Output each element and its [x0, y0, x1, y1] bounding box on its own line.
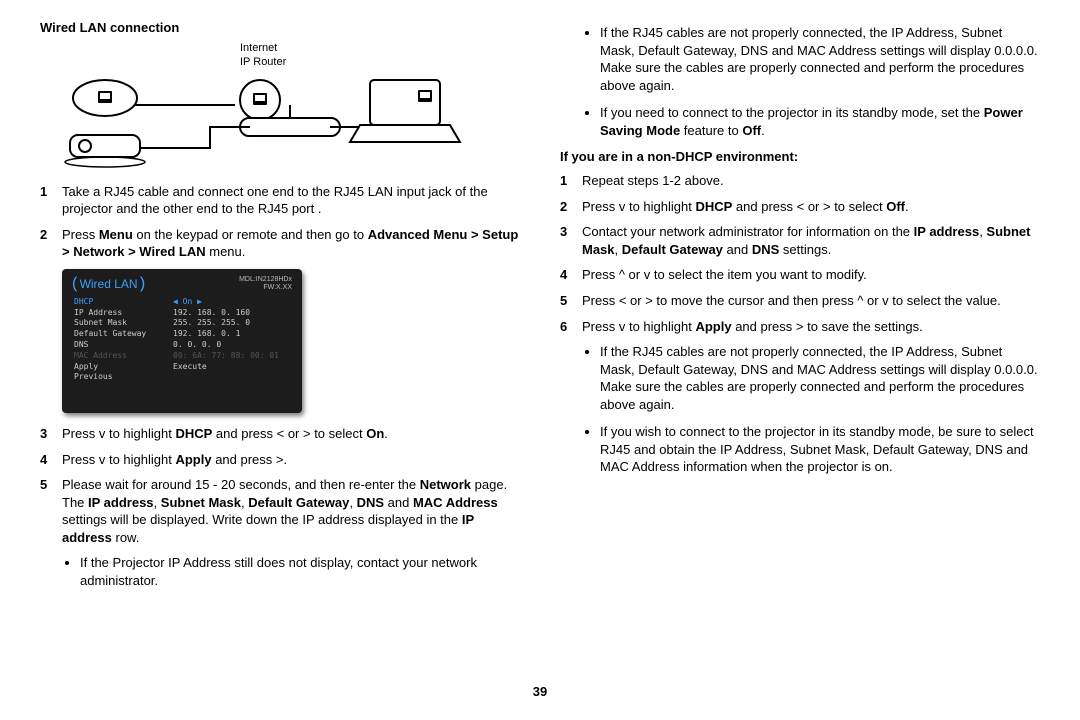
steps-list-b: Press v to highlight DHCP and press < or… — [40, 425, 520, 546]
connection-diagram: Internet IP Router — [40, 41, 520, 173]
step-item: Press v to highlight Apply and press >. — [40, 451, 520, 469]
step-item: Please wait for around 15 - 20 seconds, … — [40, 476, 520, 546]
left-column: Wired LAN connection Internet IP Router — [40, 20, 520, 670]
page-content: Wired LAN connection Internet IP Router — [0, 0, 1080, 680]
menu-row: Previous — [72, 372, 292, 383]
paren-open-icon: ( — [72, 275, 77, 292]
diagram-svg — [40, 70, 470, 170]
menu-row: DHCP◀ On ▶ — [72, 297, 292, 308]
menu-row: DNS0. 0. 0. 0 — [72, 340, 292, 351]
right-top-bullets: If the RJ45 cables are not properly conn… — [560, 24, 1040, 139]
right-column: If the RJ45 cables are not properly conn… — [560, 20, 1040, 670]
section-heading: Wired LAN connection — [40, 20, 520, 35]
menu-fw: FW:X.XX — [239, 284, 292, 292]
step-item: Press ^ or v to select the item you want… — [560, 266, 1040, 284]
non-dhcp-heading: If you are in a non-DHCP environment: — [560, 149, 1040, 164]
bullet-item: If you wish to connect to the projector … — [600, 423, 1040, 476]
bullet-item: If the RJ45 cables are not properly conn… — [600, 343, 1040, 413]
wired-lan-menu-screenshot: ( Wired LAN ) MDL:IN2128HDx FW:X.XX DHCP… — [62, 269, 302, 413]
steps-list-a: Take a RJ45 cable and connect one end to… — [40, 183, 520, 261]
step-item: Press v to highlight DHCP and press < or… — [40, 425, 520, 443]
step-item: Press Menu on the keypad or remote and t… — [40, 226, 520, 261]
page-number: 39 — [0, 684, 1080, 699]
step-item: Contact your network administrator for i… — [560, 223, 1040, 258]
menu-row: Subnet Mask255. 255. 255. 0 — [72, 318, 292, 329]
step-item: Take a RJ45 cable and connect one end to… — [40, 183, 520, 218]
right-steps: Repeat steps 1-2 above. Press v to highli… — [560, 172, 1040, 335]
step-item: Press < or > to move the cursor and then… — [560, 292, 1040, 310]
step-item: Repeat steps 1-2 above. — [560, 172, 1040, 190]
right-bottom-bullets: If the RJ45 cables are not properly conn… — [560, 343, 1040, 476]
left-bullet-list: If the Projector IP Address still does n… — [40, 554, 520, 589]
step-item: Press v to highlight DHCP and press < or… — [560, 198, 1040, 216]
menu-table: DHCP◀ On ▶IP Address192. 168. 0. 160Subn… — [72, 297, 292, 383]
left-bullet-item: If the Projector IP Address still does n… — [80, 554, 520, 589]
menu-row: IP Address192. 168. 0. 160 — [72, 308, 292, 319]
bullet-item: If you need to connect to the projector … — [600, 104, 1040, 139]
menu-row: MAC Address00: 6A: 77: 88: 00: 01 — [72, 351, 292, 362]
menu-model: MDL:IN2128HDx — [239, 276, 292, 284]
menu-row: ApplyExecute — [72, 362, 292, 373]
diagram-label-internet: Internet — [240, 41, 520, 55]
menu-row: Default Gateway192. 168. 0. 1 — [72, 329, 292, 340]
step-item: Press v to highlight Apply and press > t… — [560, 318, 1040, 336]
bullet-item: If the RJ45 cables are not properly conn… — [600, 24, 1040, 94]
diagram-label-router: IP Router — [240, 55, 520, 69]
menu-title: Wired LAN — [80, 277, 138, 291]
paren-close-icon: ) — [140, 275, 145, 292]
